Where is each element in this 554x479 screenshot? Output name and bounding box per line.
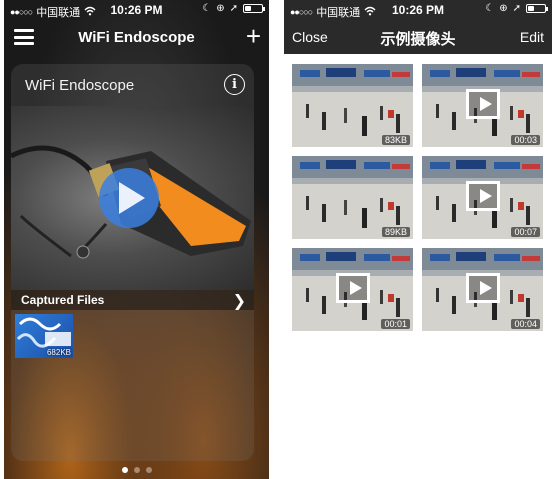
video-thumbnail[interactable]: 00:03 xyxy=(422,64,543,147)
top-nav: Close 示例摄像头 Edit xyxy=(284,20,552,54)
carrier-name: 中国联通 xyxy=(36,7,81,19)
play-icon xyxy=(335,272,370,303)
nav-title: 示例摄像头 xyxy=(380,31,456,48)
page-dot[interactable] xyxy=(145,467,152,473)
device-card-title: WiFi Endoscope xyxy=(25,77,135,94)
info-icon[interactable]: i xyxy=(224,74,245,95)
photo-size: 89KB xyxy=(381,227,410,237)
file-size-label: 682KB xyxy=(46,348,71,357)
battery-icon xyxy=(526,4,548,13)
video-thumbnail[interactable]: 00:07 xyxy=(422,156,543,239)
photo-size: 83KB xyxy=(381,135,410,145)
status-bar: ●●○○○ 中国联通 10:26 PM ☾ ⊕ ➚ xyxy=(4,0,269,20)
battery-icon xyxy=(243,4,265,13)
video-duration: 00:01 xyxy=(381,319,410,329)
endoscope-device-image xyxy=(11,145,251,259)
device-card[interactable]: WiFi Endoscope i Captured Files ❯ 682KB xyxy=(11,64,254,461)
moon-icon: ☾ xyxy=(485,3,495,14)
top-nav: WiFi Endoscope + xyxy=(4,22,269,52)
captured-files-label: Captured Files xyxy=(21,293,105,307)
location-icon: ➚ xyxy=(512,3,521,14)
video-duration: 00:07 xyxy=(511,227,540,237)
video-thumbnail[interactable]: 00:04 xyxy=(422,248,543,331)
media-grid: 83KB 00:03 89KB 00:07 00:01 00:04 xyxy=(292,64,543,331)
device-preview[interactable] xyxy=(11,106,254,290)
video-duration: 00:04 xyxy=(511,319,540,329)
captured-file-thumbnail[interactable]: 682KB xyxy=(15,314,73,358)
page-dot[interactable] xyxy=(121,467,128,473)
status-time: 10:26 PM xyxy=(110,3,163,17)
status-time: 10:26 PM xyxy=(391,3,445,17)
captured-files-row[interactable]: Captured Files ❯ xyxy=(11,290,254,310)
rotation-lock-icon: ⊕ xyxy=(499,3,508,14)
photo-thumbnail[interactable]: 83KB xyxy=(292,64,413,147)
signal-icon: ●●○○○ xyxy=(290,7,313,17)
play-icon xyxy=(465,180,500,211)
carrier-name: 中国联通 xyxy=(316,7,361,19)
signal-icon: ●●○○○ xyxy=(10,7,33,17)
add-device-button[interactable]: + xyxy=(246,22,261,50)
nav-title: WiFi Endoscope xyxy=(78,29,195,46)
right-phone-screen: ●●○○○ 中国联通 10:26 PM ☾ ⊕ ➚ Close 示例摄像头 Ed… xyxy=(284,0,552,479)
left-phone-screen: ●●○○○ 中国联通 10:26 PM ☾ ⊕ ➚ WiFi Endoscope… xyxy=(4,0,269,479)
status-bar: ●●○○○ 中国联通 10:26 PM ☾ ⊕ ➚ xyxy=(284,0,552,20)
rotation-lock-icon: ⊕ xyxy=(216,3,225,14)
wifi-icon xyxy=(364,6,376,19)
page-dot[interactable] xyxy=(133,467,140,473)
video-duration: 00:03 xyxy=(511,135,540,145)
video-thumbnail[interactable]: 00:01 xyxy=(292,248,413,331)
location-icon: ➚ xyxy=(229,3,238,14)
photo-thumbnail[interactable]: 89KB xyxy=(292,156,413,239)
wifi-icon xyxy=(84,6,96,19)
moon-icon: ☾ xyxy=(202,3,212,14)
play-icon xyxy=(465,88,500,119)
chevron-right-icon: ❯ xyxy=(232,293,246,310)
edit-button[interactable]: Edit xyxy=(520,29,544,45)
play-icon xyxy=(465,272,500,303)
page-indicator xyxy=(4,467,269,473)
